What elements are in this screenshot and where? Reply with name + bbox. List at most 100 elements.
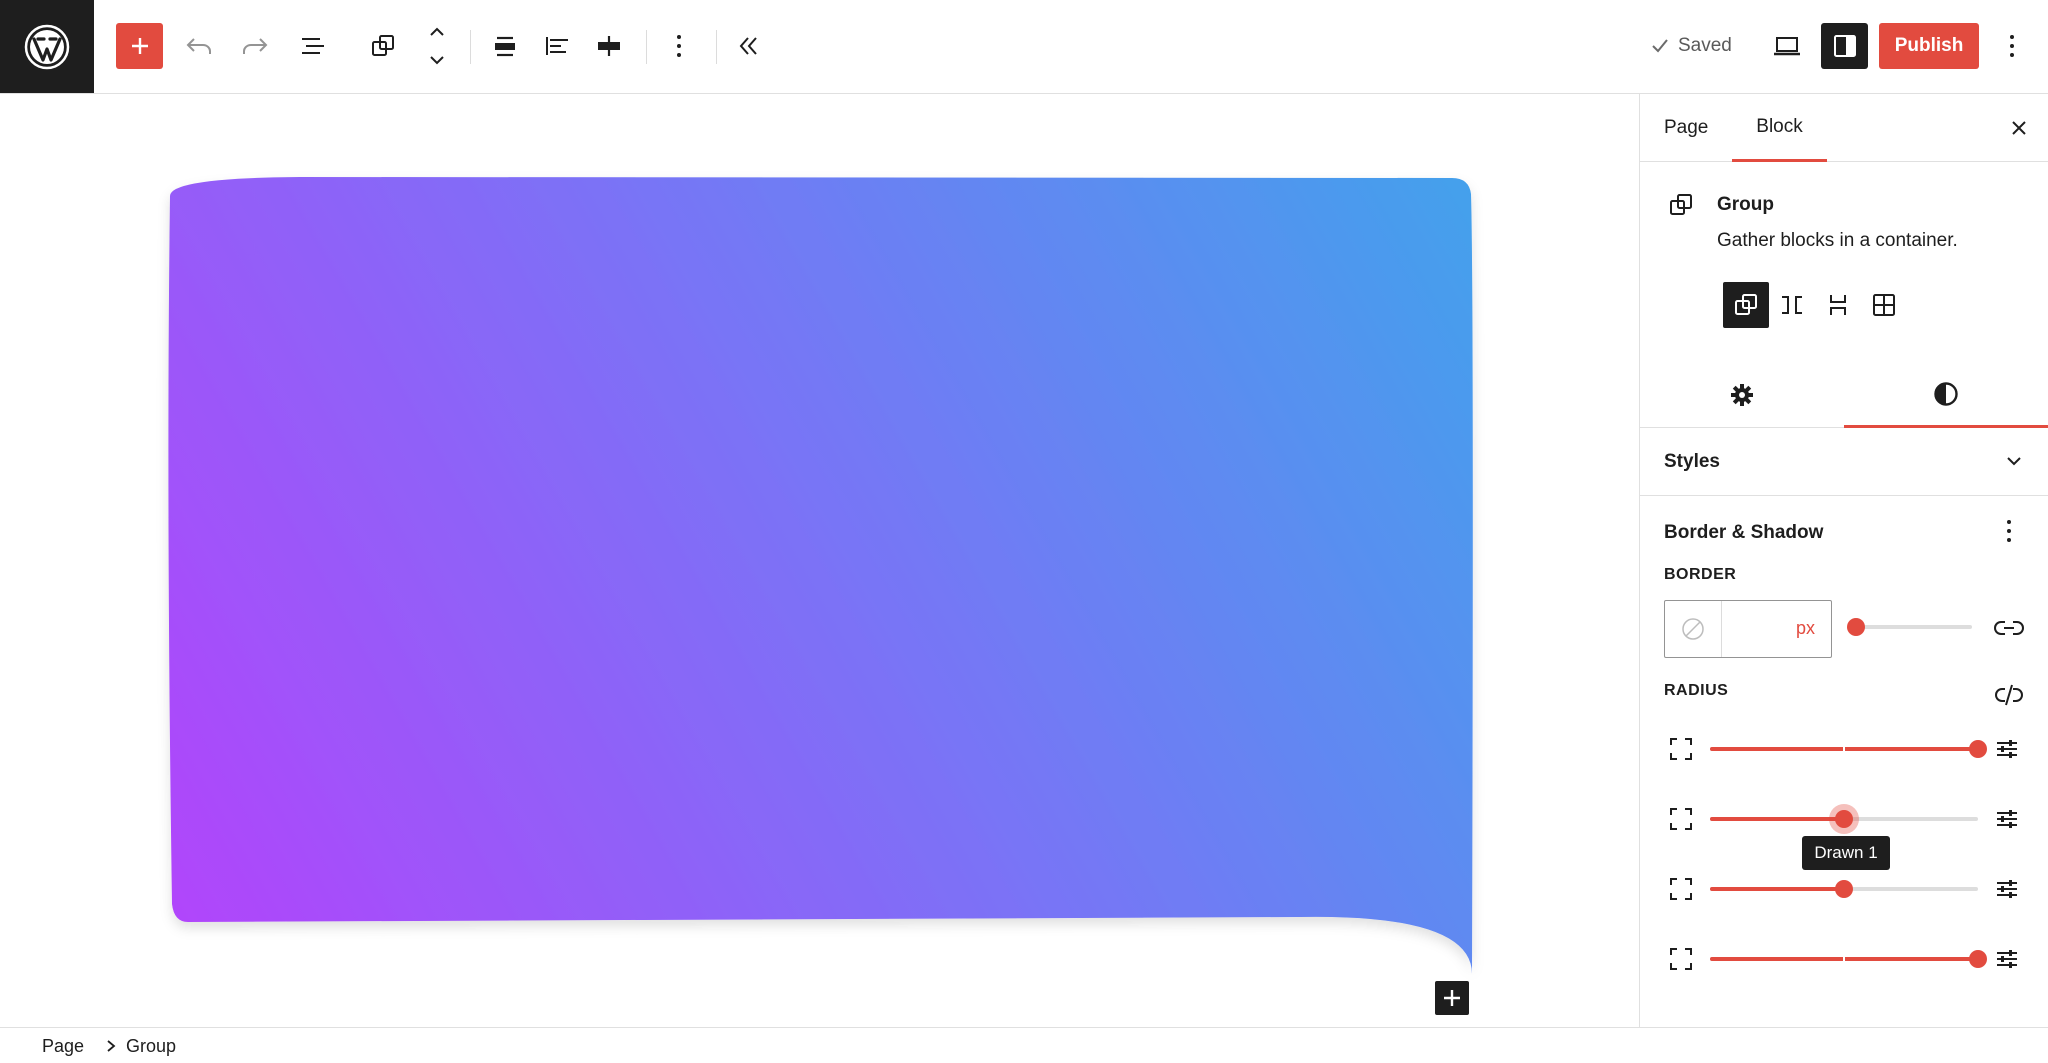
border-label: BORDER bbox=[1664, 566, 1737, 583]
more-vertical-icon bbox=[2010, 35, 2014, 57]
justify-button[interactable] bbox=[534, 23, 580, 69]
stack-icon bbox=[1830, 295, 1846, 315]
slider-thumb[interactable] bbox=[1835, 810, 1853, 828]
corner-bottom-left-icon bbox=[1670, 878, 1692, 900]
slider-thumb[interactable] bbox=[1835, 880, 1853, 898]
undo-button[interactable] bbox=[176, 23, 222, 69]
corner-top-right-icon bbox=[1670, 808, 1692, 830]
radius-bottom-right-slider[interactable] bbox=[1710, 950, 1987, 968]
slider-fill bbox=[1710, 887, 1844, 891]
no-color-icon bbox=[1682, 618, 1704, 640]
block-inserter-button[interactable] bbox=[1435, 981, 1469, 1015]
move-block-button[interactable] bbox=[414, 23, 460, 69]
variation-grid-button[interactable] bbox=[1861, 282, 1907, 328]
gear-icon bbox=[1731, 384, 1753, 406]
publish-button[interactable]: Publish bbox=[1879, 23, 1979, 69]
plus-icon bbox=[131, 38, 148, 54]
inspector-tabs bbox=[1640, 362, 2048, 428]
saved-status: Saved bbox=[1650, 23, 1732, 69]
custom-size-icon[interactable] bbox=[1994, 737, 2020, 761]
variation-group-button[interactable] bbox=[1723, 282, 1769, 328]
chevron-right-icon bbox=[107, 1040, 116, 1052]
block-options-button[interactable] bbox=[656, 23, 702, 69]
radius-top-left-slider[interactable] bbox=[1710, 740, 1987, 758]
toolbar-separator bbox=[646, 30, 647, 64]
toolbar-separator bbox=[470, 30, 471, 64]
border-shadow-title: Border & Shadow bbox=[1664, 522, 1824, 543]
wordpress-logo-button[interactable] bbox=[0, 0, 94, 93]
add-block-button[interactable] bbox=[116, 23, 163, 69]
slider-track bbox=[1856, 625, 1972, 629]
block-description: Gather blocks in a container. bbox=[1717, 230, 1958, 251]
slider-tooltip: Drawn 1 bbox=[1802, 836, 1890, 870]
document-overview-button[interactable] bbox=[290, 23, 336, 69]
orientation-button[interactable] bbox=[586, 23, 632, 69]
variation-row-button[interactable] bbox=[1769, 282, 1815, 328]
redo-button[interactable] bbox=[232, 23, 278, 69]
border-unit[interactable]: px bbox=[1796, 618, 1815, 639]
settings-sidebar-button[interactable] bbox=[1821, 23, 1868, 69]
border-width-slider[interactable] bbox=[1847, 618, 1972, 636]
view-button[interactable] bbox=[1764, 23, 1810, 69]
collapse-toolbar-button[interactable] bbox=[726, 23, 772, 69]
chevron-down-icon bbox=[2007, 457, 2021, 466]
group-block-icon bbox=[1670, 194, 1692, 215]
move-up-down-icon bbox=[430, 27, 444, 65]
slider-fill bbox=[1710, 817, 1844, 821]
list-view-icon bbox=[302, 38, 324, 54]
styles-icon bbox=[1934, 381, 1958, 406]
variation-stack-button[interactable] bbox=[1815, 282, 1861, 328]
sidebar-icon bbox=[1833, 35, 1856, 57]
custom-size-icon[interactable] bbox=[1994, 947, 2020, 971]
undo-icon bbox=[186, 38, 211, 54]
block-breadcrumb: Page Group bbox=[0, 1027, 2048, 1063]
settings-sidebar: Page Block Group Gather blocks in a cont… bbox=[1639, 94, 2048, 1027]
border-color-swatch[interactable] bbox=[1665, 601, 1722, 657]
plus-icon bbox=[1444, 990, 1460, 1006]
saved-label: Saved bbox=[1678, 35, 1732, 56]
block-card: Group Gather blocks in a container. bbox=[1640, 94, 2048, 328]
block-title: Group bbox=[1717, 194, 1774, 215]
border-shadow-options-button[interactable] bbox=[2005, 518, 2013, 549]
wordpress-logo-icon bbox=[24, 24, 70, 69]
custom-size-icon[interactable] bbox=[1994, 877, 2020, 901]
slider-thumb[interactable] bbox=[1847, 618, 1865, 636]
block-type-button[interactable] bbox=[360, 23, 406, 69]
corner-top-left-icon bbox=[1670, 738, 1692, 760]
options-icon bbox=[677, 35, 681, 57]
breadcrumb-group[interactable]: Group bbox=[126, 1028, 176, 1063]
tab-settings[interactable] bbox=[1640, 362, 1844, 428]
redo-icon bbox=[243, 38, 268, 54]
border-shadow-panel: Border & Shadow BORDER px RADIUS Drawn 1 bbox=[1640, 496, 2048, 1027]
breadcrumb-page[interactable]: Page bbox=[42, 1028, 84, 1063]
more-options-button[interactable] bbox=[1992, 23, 2032, 69]
slider-thumb[interactable] bbox=[1969, 950, 1987, 968]
editor-header: Saved Publish bbox=[0, 0, 2048, 94]
group-block[interactable] bbox=[0, 94, 1639, 1027]
slider-mark bbox=[1843, 956, 1845, 962]
styles-section[interactable]: Styles bbox=[1640, 428, 2048, 496]
corner-bottom-right-icon bbox=[1670, 948, 1692, 970]
radius-label: RADIUS bbox=[1664, 682, 1729, 699]
styles-title: Styles bbox=[1664, 451, 1720, 472]
desktop-view-icon bbox=[1774, 37, 1800, 56]
row-icon bbox=[1782, 296, 1802, 314]
more-vertical-icon bbox=[2007, 520, 2011, 542]
collapse-icon bbox=[739, 37, 757, 55]
align-button[interactable] bbox=[482, 23, 528, 69]
group-icon bbox=[1735, 294, 1757, 315]
custom-size-icon[interactable] bbox=[1994, 807, 2020, 831]
radius-top-right-slider[interactable] bbox=[1710, 810, 1978, 828]
link-sides-icon[interactable] bbox=[1994, 615, 2024, 641]
border-width-input[interactable]: px bbox=[1722, 601, 1831, 657]
border-control: px bbox=[1664, 600, 1832, 658]
align-center-icon bbox=[495, 36, 515, 57]
slider-thumb[interactable] bbox=[1969, 740, 1987, 758]
unlink-corners-icon[interactable] bbox=[1994, 682, 2024, 708]
justify-stretch-icon bbox=[598, 36, 620, 56]
block-variations bbox=[1723, 282, 1907, 328]
toolbar-separator bbox=[716, 30, 717, 64]
radius-bottom-left-slider[interactable] bbox=[1710, 880, 1978, 898]
tab-styles[interactable] bbox=[1844, 362, 2048, 428]
group-block-icon bbox=[372, 35, 394, 56]
